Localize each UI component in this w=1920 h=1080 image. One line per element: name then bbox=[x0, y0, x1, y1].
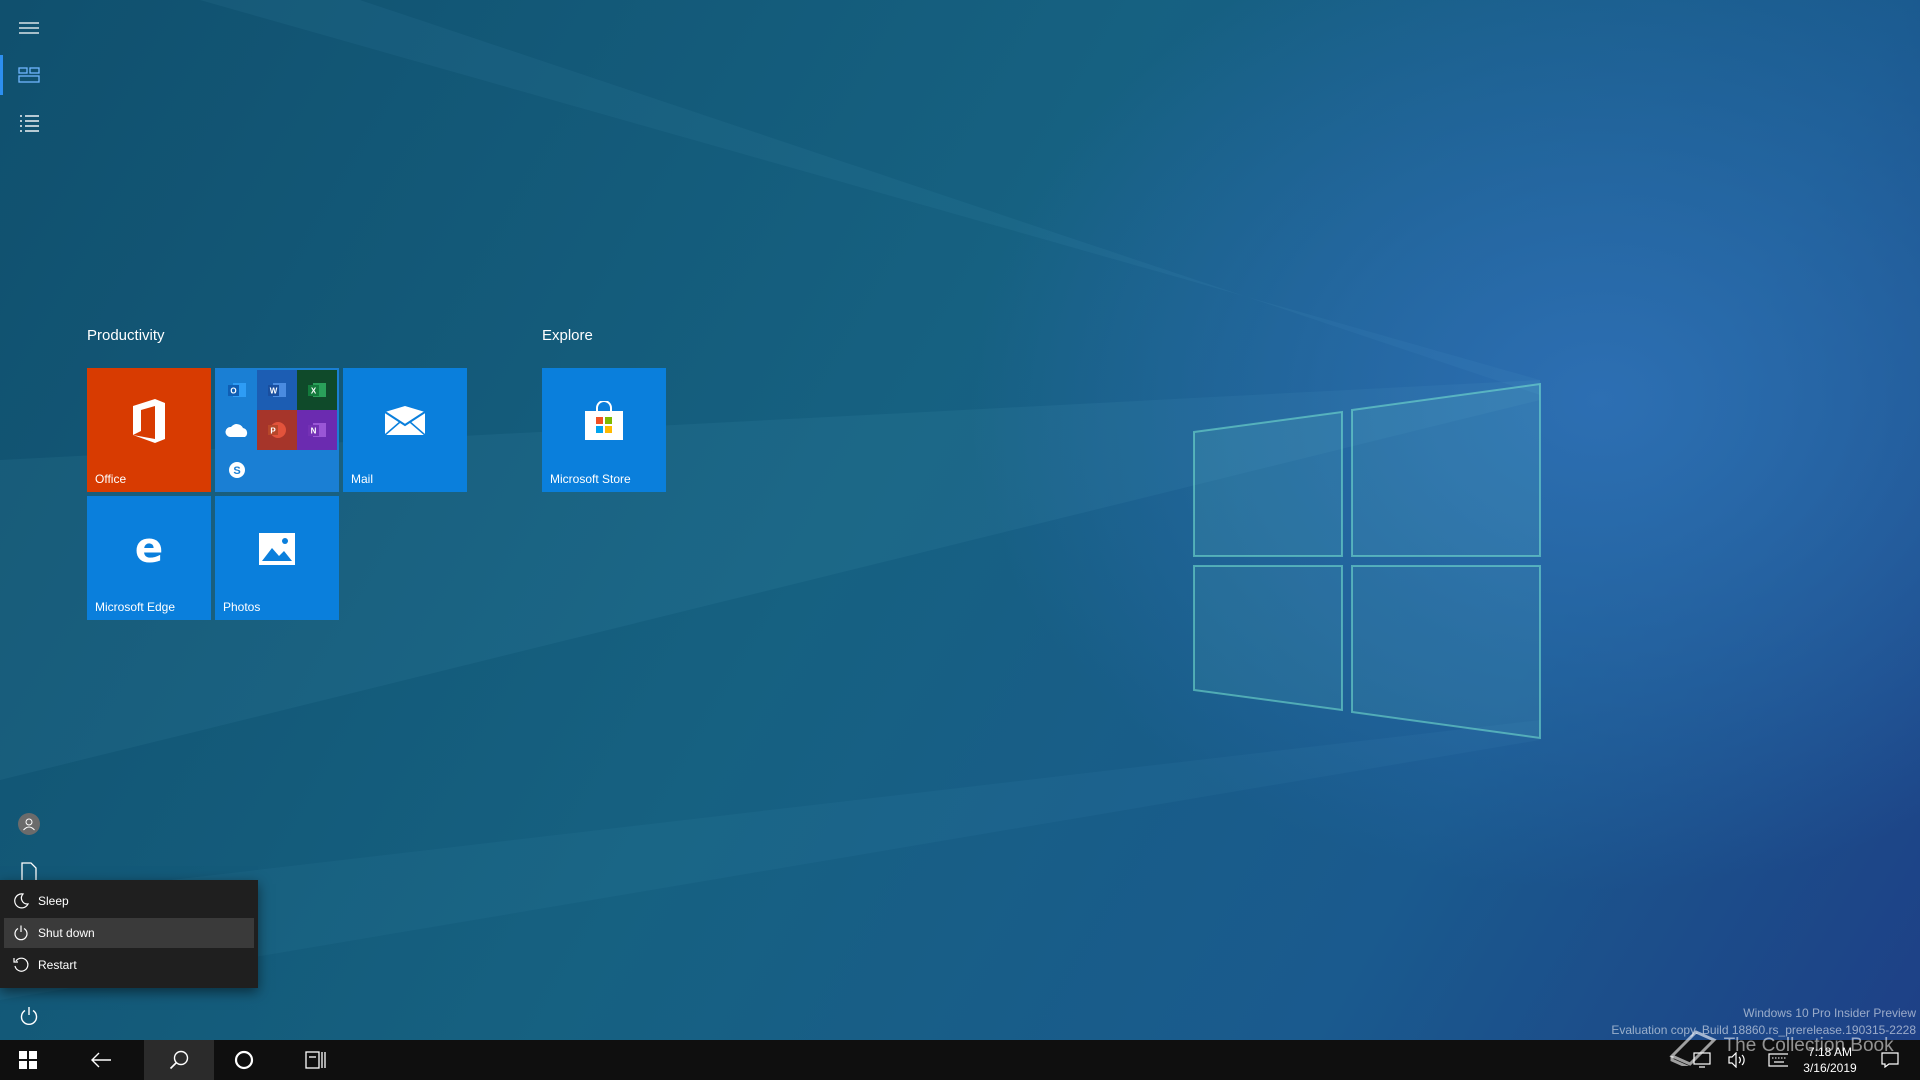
hamburger-icon bbox=[19, 22, 39, 34]
power-button[interactable] bbox=[0, 992, 58, 1040]
svg-text:O: O bbox=[230, 387, 236, 396]
start-button[interactable] bbox=[0, 1040, 56, 1080]
shut-down-menu-item[interactable]: Shut down bbox=[4, 918, 254, 948]
group-title-explore[interactable]: Explore bbox=[542, 327, 593, 344]
collection-book-watermark: The Collection Book bbox=[1668, 1026, 1894, 1070]
tile-label: Office bbox=[95, 472, 127, 486]
hamburger-menu-button[interactable] bbox=[0, 4, 58, 52]
tile-office[interactable]: Office bbox=[87, 368, 211, 492]
menu-item-label: Sleep bbox=[38, 894, 69, 908]
cortana-icon bbox=[234, 1050, 254, 1070]
photos-icon bbox=[215, 496, 339, 602]
watermark-edition: Windows 10 Pro Insider Preview bbox=[1743, 1006, 1916, 1020]
book-logo-icon bbox=[1669, 1030, 1717, 1070]
tile-microsoft-store[interactable]: Microsoft Store bbox=[542, 368, 666, 492]
svg-text:N: N bbox=[311, 427, 317, 436]
tile-mail[interactable]: Mail bbox=[343, 368, 467, 492]
windows-logo-icon bbox=[19, 1051, 37, 1069]
back-button[interactable] bbox=[66, 1040, 136, 1080]
avatar-icon bbox=[18, 813, 40, 835]
menu-item-label: Restart bbox=[38, 958, 77, 972]
skype-icon: S bbox=[217, 450, 257, 490]
task-view-button[interactable] bbox=[281, 1040, 351, 1080]
tile-label: Microsoft Edge bbox=[95, 600, 176, 614]
svg-text:X: X bbox=[311, 387, 317, 396]
svg-text:S: S bbox=[233, 465, 240, 477]
tile-label: Photos bbox=[223, 600, 261, 614]
svg-text:P: P bbox=[270, 427, 276, 436]
tile-photos[interactable]: Photos bbox=[215, 496, 339, 620]
tile-label: Microsoft Store bbox=[550, 472, 631, 486]
list-icon bbox=[20, 115, 39, 132]
menu-item-label: Shut down bbox=[38, 926, 95, 940]
onedrive-icon bbox=[217, 410, 257, 450]
outlook-icon: O bbox=[217, 370, 257, 410]
restart-icon bbox=[4, 957, 38, 973]
tile-microsoft-edge[interactable]: e Microsoft Edge bbox=[87, 496, 211, 620]
edge-icon: e bbox=[87, 496, 211, 602]
group-title-productivity[interactable]: Productivity bbox=[87, 327, 165, 344]
mail-icon bbox=[343, 368, 467, 474]
sleep-menu-item[interactable]: Sleep bbox=[4, 886, 254, 916]
onenote-icon: N bbox=[297, 410, 337, 450]
user-account-button[interactable] bbox=[0, 800, 58, 848]
taskbar: 7:18 AM 3/16/2019 bbox=[0, 1040, 1920, 1080]
search-button[interactable] bbox=[144, 1040, 214, 1080]
store-icon bbox=[542, 368, 666, 474]
power-icon bbox=[4, 925, 38, 941]
tile-office-apps-folder[interactable]: O W X P N S bbox=[215, 368, 339, 492]
watermark-text: The Collection Book bbox=[1723, 1035, 1894, 1056]
tile-label: Mail bbox=[351, 472, 374, 486]
search-icon bbox=[169, 1050, 189, 1070]
all-apps-button[interactable] bbox=[0, 99, 58, 147]
document-icon bbox=[21, 862, 37, 882]
back-arrow-icon bbox=[91, 1052, 111, 1068]
power-icon bbox=[20, 1007, 38, 1025]
pinned-tiles-button[interactable] bbox=[0, 51, 58, 99]
task-view-icon bbox=[305, 1051, 326, 1069]
office-icon bbox=[87, 368, 211, 474]
wallpaper-windows-logo bbox=[1193, 382, 1541, 740]
cortana-button[interactable] bbox=[209, 1040, 279, 1080]
tiles-view-icon bbox=[18, 67, 40, 83]
excel-icon: X bbox=[297, 370, 337, 410]
moon-icon bbox=[4, 893, 38, 909]
powerpoint-icon: P bbox=[257, 410, 297, 450]
power-options-menu: Sleep Shut down Restart bbox=[0, 880, 258, 988]
word-icon: W bbox=[257, 370, 297, 410]
restart-menu-item[interactable]: Restart bbox=[4, 950, 254, 980]
svg-text:e: e bbox=[135, 529, 164, 569]
svg-text:W: W bbox=[270, 387, 278, 396]
